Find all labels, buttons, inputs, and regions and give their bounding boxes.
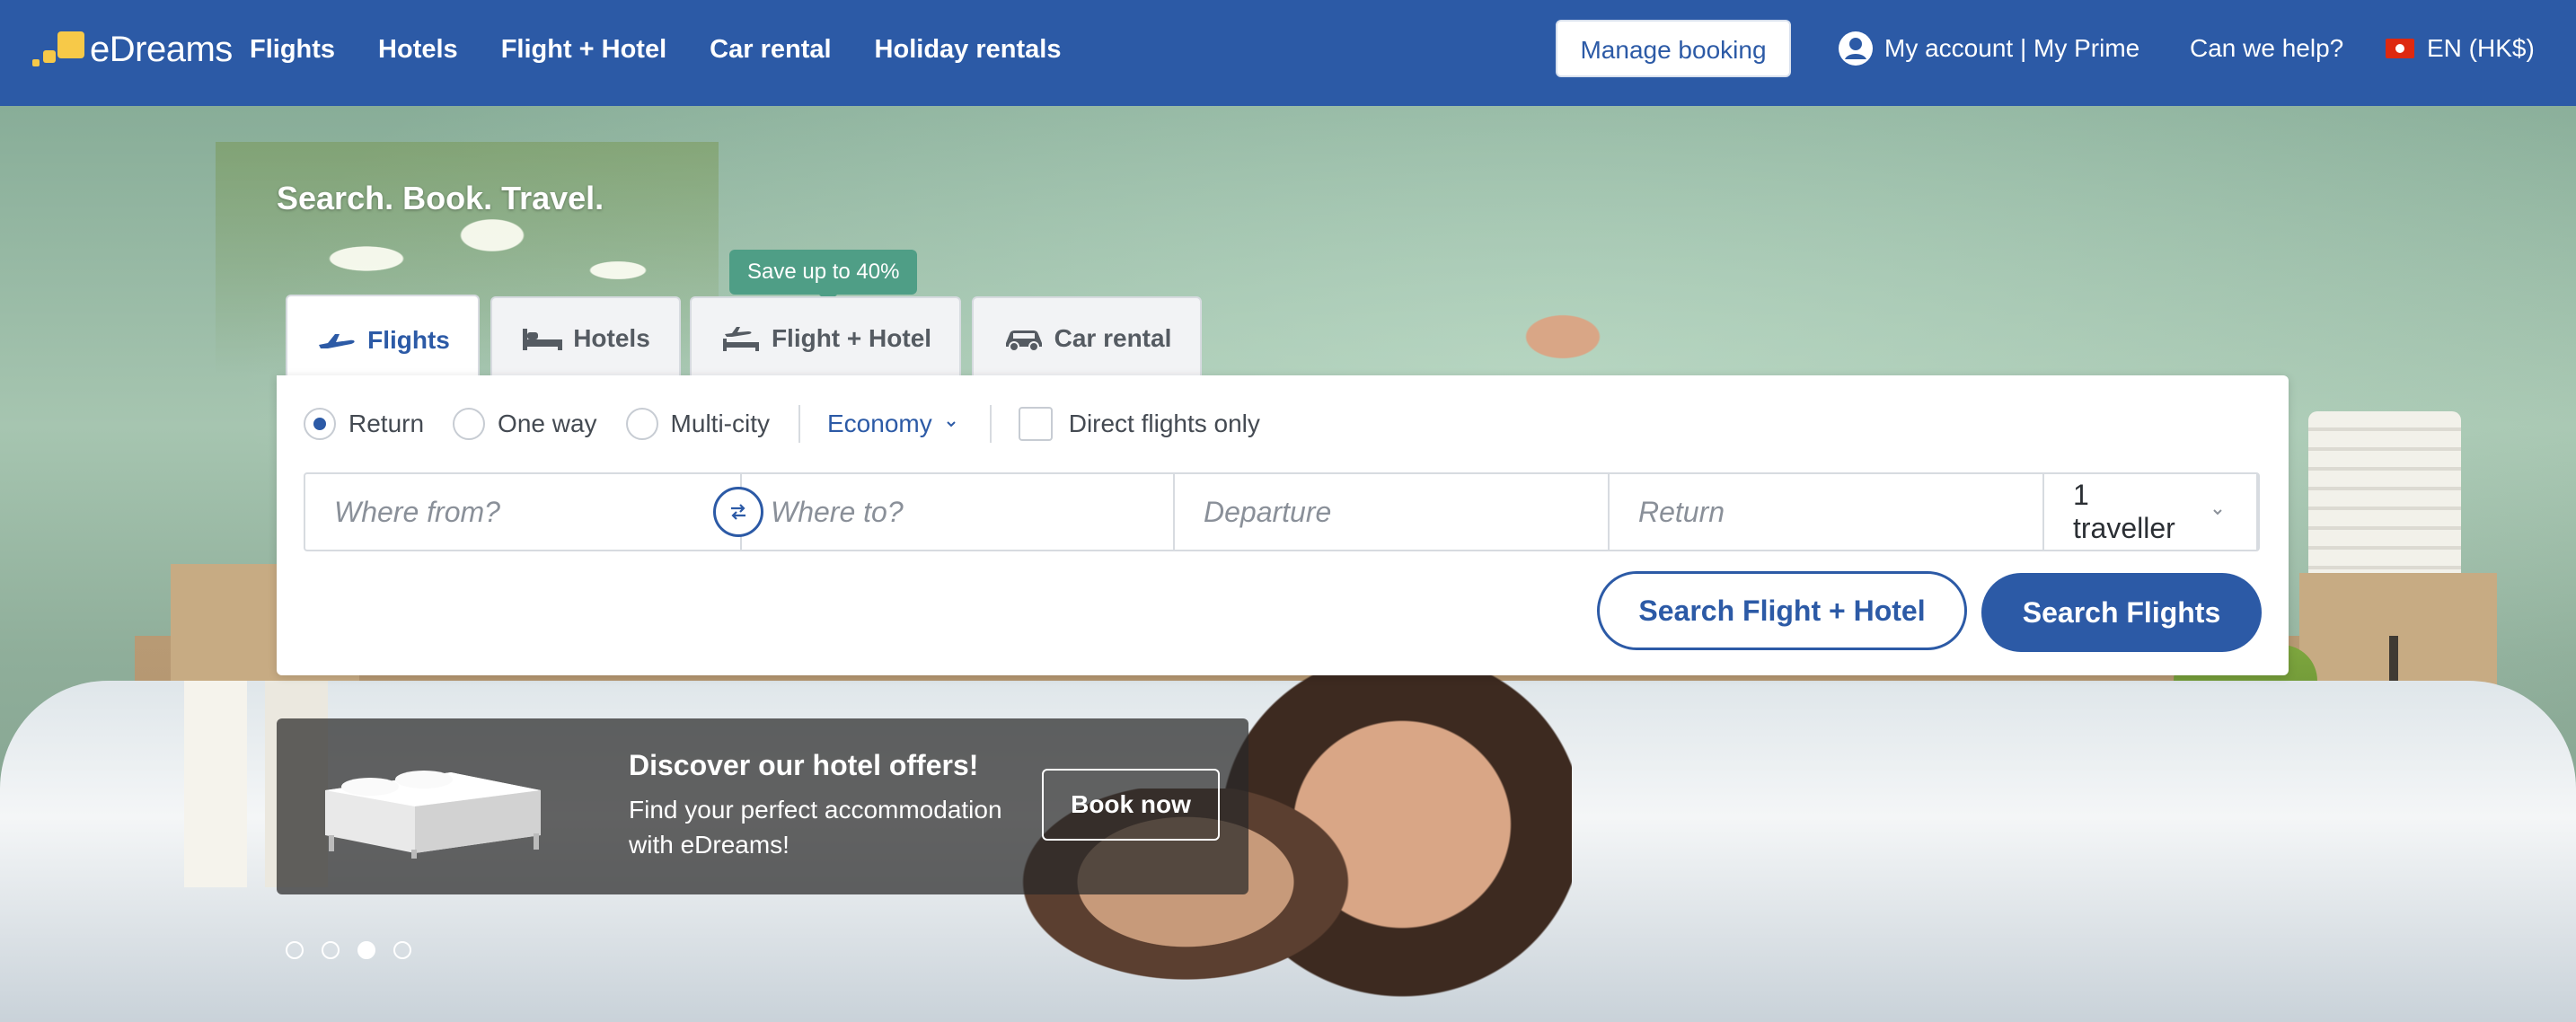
cabin-class-label: Economy [827,410,932,437]
help-link[interactable]: Can we help? [2190,20,2343,77]
hero-feet-decoration [1509,305,1617,368]
search-flights-button[interactable]: Search Flights [1981,573,2262,652]
carousel-dot[interactable] [393,941,411,959]
hotel-promo-banner: Discover our hotel offers! Find your per… [277,718,1248,894]
language-selector[interactable]: EN (HK$) [2386,20,2535,77]
main-nav: Flights Hotels Flight + Hotel Car rental… [250,27,1104,72]
swap-arrows-icon [731,504,745,520]
logo-text: eDreams [90,29,233,69]
options-divider [989,405,992,443]
trip-type-multi-city-label: Multi-city [670,410,770,437]
radio-multi-city[interactable] [625,408,658,440]
direct-flights-checkbox[interactable] [1018,407,1053,441]
trip-type-return[interactable]: Return [304,408,424,440]
my-account-label: My account | My Prime [1884,34,2140,62]
manage-booking-button[interactable]: Manage booking [1556,20,1791,77]
tab-flight-hotel-label: Flight + Hotel [771,324,932,352]
tab-car-rental-label: Car rental [1054,324,1172,352]
direct-flights-label: Direct flights only [1068,410,1260,437]
bed-icon [523,329,563,350]
promo-text: Find your perfect accommodation with eDr… [629,796,1002,859]
travellers-dropdown[interactable]: 1 traveller [2044,474,2258,550]
edreams-logo[interactable]: eDreams [31,27,233,72]
flight-search-panel: Return One way Multi-city Economy Direct… [277,375,2289,675]
user-circle-icon [1839,31,1873,66]
top-navigation-bar: eDreams Flights Hotels Flight + Hotel Ca… [0,0,2576,106]
hong-kong-flag-icon [2386,39,2414,58]
travellers-label: 1 traveller [2073,479,2175,544]
book-now-button[interactable]: Book now [1042,769,1220,841]
plane-icon [319,334,355,348]
nav-flights[interactable]: Flights [250,27,335,72]
departure-date-input[interactable]: Departure [1175,474,1610,550]
tab-flight-hotel[interactable]: Flight + Hotel [690,296,961,379]
search-flight-hotel-button[interactable]: Search Flight + Hotel [1597,571,1967,650]
hero-title: Search. Book. Travel. [277,180,604,216]
save-badge: Save up to 40% [729,250,918,304]
carousel-dot[interactable] [286,941,304,959]
chevron-down-icon [947,421,956,427]
promo-title: Discover our hotel offers! [629,749,979,781]
tab-car-rental[interactable]: Car rental [972,296,1202,379]
carousel-dot-active[interactable] [357,941,375,959]
destination-input[interactable]: Where to? [742,474,1175,550]
tab-flights-label: Flights [367,326,450,354]
tab-flights[interactable]: Flights [286,295,480,384]
carousel-dot[interactable] [322,941,340,959]
search-fields: Where from? Where to? Departure Return 1… [304,472,2260,551]
nav-flight-hotel[interactable]: Flight + Hotel [501,27,666,72]
tab-hotels[interactable]: Hotels [490,296,681,379]
return-date-input[interactable]: Return [1610,474,2044,550]
nav-holiday-rentals[interactable]: Holiday rentals [875,27,1062,72]
direct-flights-option[interactable]: Direct flights only [1018,407,1260,441]
tab-hotels-label: Hotels [573,324,650,352]
radio-return[interactable] [304,408,336,440]
origin-input[interactable]: Where from? [305,474,742,550]
chevron-down-icon [2213,509,2222,515]
trip-type-multi-city[interactable]: Multi-city [625,408,770,440]
carousel-dots [286,941,429,959]
search-options-row: Return One way Multi-city Economy Direct… [304,402,1289,445]
nav-hotels[interactable]: Hotels [378,27,458,72]
nav-car-rental[interactable]: Car rental [710,27,831,72]
my-account-link[interactable]: My account | My Prime [1838,20,2139,77]
trip-type-one-way-label: One way [498,410,597,437]
trip-type-return-label: Return [348,410,425,437]
trip-type-one-way[interactable]: One way [453,408,597,440]
logo-mark-icon [31,27,84,72]
language-label: EN (HK$) [2427,34,2535,62]
cabin-class-dropdown[interactable]: Economy [827,410,959,438]
plane-bed-icon [722,327,759,351]
hero-banner: Search. Book. Travel. Save up to 40% Fli… [0,106,2576,1022]
options-divider [798,405,800,443]
radio-one-way[interactable] [453,408,486,440]
swap-locations-button[interactable] [713,487,763,537]
car-icon [1005,330,1042,352]
bed-illustration [325,771,541,859]
